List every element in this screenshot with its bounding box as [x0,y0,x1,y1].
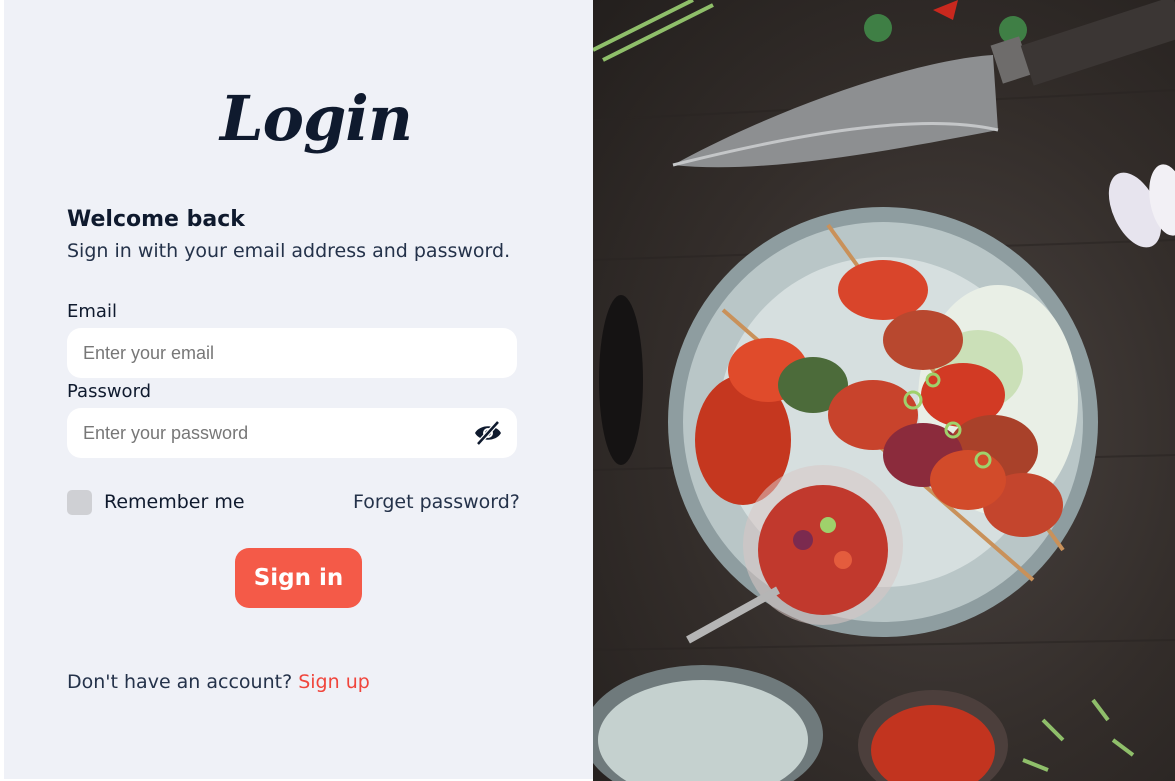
login-logo: Login [220,82,413,155]
welcome-subtitle: Sign in with your email address and pass… [67,240,511,262]
remember-me-checkbox[interactable] [67,490,92,515]
email-field-wrapper [67,328,517,378]
email-field[interactable] [83,328,463,378]
forgot-password-link[interactable]: Forget password? [353,491,520,513]
sign-in-button[interactable]: Sign in [235,548,362,608]
signup-row: Don't have an account? Sign up [67,671,370,693]
password-label: Password [67,381,152,402]
eye-off-icon[interactable] [473,419,503,447]
sign-up-link[interactable]: Sign up [298,671,370,693]
login-panel: Login Welcome back Sign in with your ema… [4,0,593,779]
remember-me-label[interactable]: Remember me [104,491,245,513]
food-photo-illustration [593,0,1175,781]
signup-prompt: Don't have an account? [67,671,293,693]
password-field-wrapper [67,408,517,458]
food-photo [593,0,1175,781]
password-field[interactable] [83,408,463,458]
email-label: Email [67,301,117,322]
welcome-heading: Welcome back [67,207,245,232]
